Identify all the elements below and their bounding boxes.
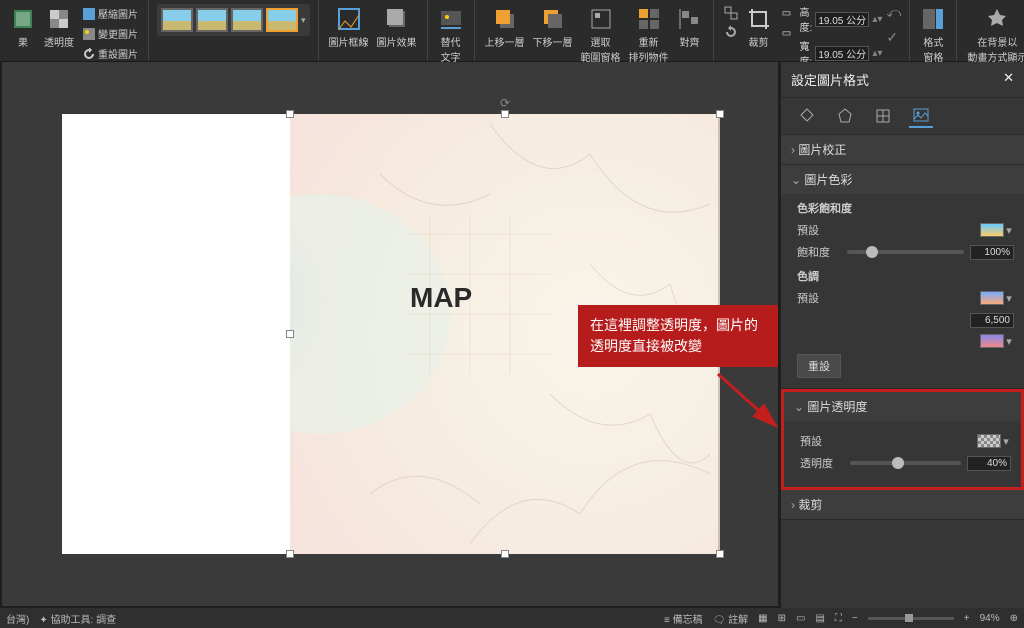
color-saturation-heading: 色彩飽和度 <box>797 200 1014 216</box>
resize-handle[interactable] <box>286 110 294 118</box>
zoom-fit-button[interactable]: ⊕ <box>1010 613 1018 624</box>
recolor-preset-dropdown[interactable]: ▾ <box>980 334 1014 348</box>
ribbon: 果 透明度 壓縮圖片 變更圖片 重設圖片 ▾ 圖片框線 圖片效果 替代 文字 上… <box>0 0 1024 62</box>
view-slideshow-icon[interactable]: ▤ <box>815 613 824 624</box>
corrections-button[interactable]: 果 <box>8 4 38 51</box>
resize-handle[interactable] <box>286 330 294 338</box>
height-label: 高度: <box>800 4 813 34</box>
picture-style-gallery[interactable]: ▾ <box>157 4 310 36</box>
send-backward-button[interactable]: 下移一層 <box>531 4 575 51</box>
annotation-callout: 在這裡調整透明度，圖片的透明度直接被改變 <box>578 305 778 367</box>
rotate-handle-icon[interactable]: ⟳ <box>500 96 510 110</box>
height-input[interactable] <box>815 12 869 27</box>
status-notes-button[interactable]: ≡ 備忘稿 <box>664 611 703 626</box>
transparency-preset-label: 預設 <box>800 433 844 449</box>
resize-handle[interactable] <box>501 110 509 118</box>
tone-preset-label: 預設 <box>797 290 841 306</box>
section-picture-corrections[interactable]: 圖片校正 <box>781 135 1024 164</box>
crop-extra-1[interactable]: ▭ <box>778 4 796 22</box>
saturation-value-input[interactable] <box>970 245 1014 260</box>
zoom-in-button[interactable]: + <box>964 613 970 624</box>
transparency-slider[interactable] <box>850 461 961 465</box>
transparency-label: 透明度 <box>800 455 844 471</box>
status-comments-button[interactable]: 🗨 註解 <box>713 611 748 626</box>
section-picture-transparency[interactable]: 圖片透明度 <box>784 392 1021 421</box>
rotate-button[interactable] <box>722 23 740 41</box>
status-accessibility[interactable]: ✦ 協助工具: 調查 <box>39 611 116 626</box>
pane-tab-picture-icon[interactable] <box>909 104 933 128</box>
crop-button[interactable]: 裁剪 <box>744 4 774 51</box>
compress-picture-button[interactable]: 壓縮圖片 <box>80 4 140 23</box>
pane-tab-effects-icon[interactable] <box>833 104 857 128</box>
change-picture-button[interactable]: 變更圖片 <box>80 24 140 43</box>
size-reset-icon[interactable]: ⤺ <box>886 4 901 21</box>
pane-tab-size-icon[interactable] <box>871 104 895 128</box>
section-picture-color[interactable]: 圖片色彩 <box>781 165 1024 194</box>
pane-title: 設定圖片格式 <box>791 70 869 89</box>
map-text-label: MAP <box>410 282 472 314</box>
zoom-level[interactable]: 94% <box>980 613 1000 624</box>
selection-pane-button[interactable]: 選取 範圍窗格 <box>579 4 623 66</box>
color-tone-heading: 色調 <box>797 268 1014 284</box>
tone-preset-dropdown[interactable]: ▾ <box>980 291 1014 305</box>
format-picture-pane: 設定圖片格式 ✕ 圖片校正 圖片色彩 色彩飽和度 預設 ▾ 飽和度 色調 預設 <box>780 62 1024 608</box>
zoom-slider[interactable] <box>868 617 954 620</box>
view-present-icon[interactable]: ⛶ <box>835 613 842 624</box>
picture-border-button[interactable]: 圖片框線 <box>327 4 371 51</box>
resize-handle[interactable] <box>716 110 724 118</box>
transparency-preset-dropdown[interactable]: ▾ <box>977 434 1011 448</box>
resize-handle[interactable] <box>716 550 724 558</box>
size-check-icon[interactable]: ✓ <box>886 29 901 46</box>
section-crop[interactable]: 裁剪 <box>781 490 1024 519</box>
animate-background-button[interactable]: 在背景以 動畫方式顯示 <box>965 4 1024 66</box>
reset-picture-button[interactable]: 重設圖片 <box>80 44 140 63</box>
status-bar: 台灣) ✦ 協助工具: 調查 ≡ 備忘稿 🗨 註解 ▦ ⊞ ▭ ▤ ⛶ − + … <box>0 608 1024 628</box>
width-input[interactable] <box>815 46 869 61</box>
color-reset-button[interactable]: 重設 <box>797 354 841 378</box>
view-reading-icon[interactable]: ▭ <box>796 613 805 624</box>
group-button[interactable] <box>722 4 740 22</box>
pane-tab-fill-icon[interactable] <box>795 104 819 128</box>
crop-extra-2[interactable]: ▭ <box>778 24 796 42</box>
alt-text-button[interactable]: 替代 文字 <box>436 4 466 66</box>
reorder-objects-button[interactable]: 重新 排列物件 <box>627 4 671 66</box>
resize-handle[interactable] <box>501 550 509 558</box>
transparency-section-highlight: 圖片透明度 預設 ▾ 透明度 <box>781 389 1024 490</box>
temperature-value-input[interactable] <box>970 313 1014 328</box>
align-button[interactable]: 對齊 <box>675 4 705 51</box>
view-normal-icon[interactable]: ▦ <box>758 613 767 624</box>
saturation-label: 飽和度 <box>797 244 841 260</box>
resize-handle[interactable] <box>286 550 294 558</box>
saturation-slider[interactable] <box>847 250 964 254</box>
transparency-button[interactable]: 透明度 <box>42 4 76 51</box>
saturation-preset-dropdown[interactable]: ▾ <box>980 223 1014 237</box>
format-pane-button[interactable]: 格式 窗格 <box>918 4 948 66</box>
status-language: 台灣) <box>6 611 29 626</box>
transparency-value-input[interactable] <box>967 456 1011 471</box>
zoom-out-button[interactable]: − <box>852 613 858 624</box>
view-sorter-icon[interactable]: ⊞ <box>778 613 786 624</box>
bring-forward-button[interactable]: 上移一層 <box>483 4 527 51</box>
saturation-preset-label: 預設 <box>797 222 841 238</box>
pane-close-icon[interactable]: ✕ <box>1003 70 1014 89</box>
picture-effects-button[interactable]: 圖片效果 <box>375 4 419 51</box>
